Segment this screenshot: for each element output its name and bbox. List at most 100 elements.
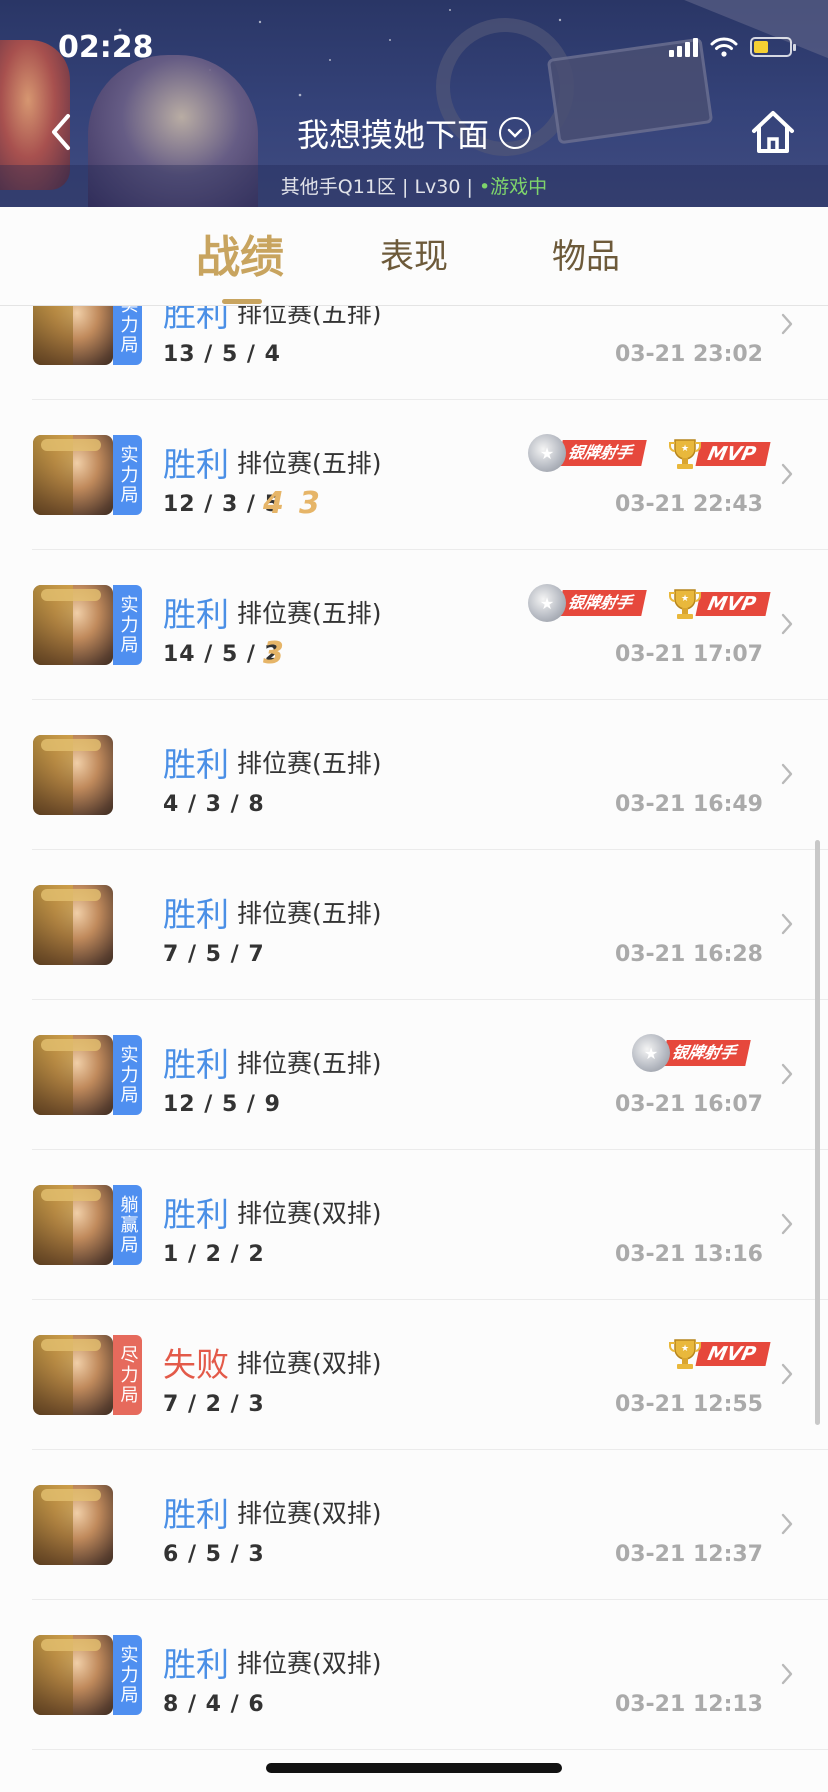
status-icons [669, 36, 796, 58]
hero-avatar [33, 1335, 113, 1415]
match-row[interactable]: 胜利 排位赛(五排) 4 / 3 / 8 03-21 16:49 [0, 700, 828, 850]
match-datetime: 03-21 16:28 [614, 942, 763, 967]
match-mode: 排位赛(双排) [237, 1349, 382, 1378]
match-row[interactable]: 尽力局 失败 排位赛(双排) 7 / 2 / 3 ★ MVP 03-21 12:55 [0, 1300, 828, 1450]
match-result: 胜利 [163, 1495, 229, 1534]
match-result: 失败 [163, 1345, 229, 1384]
silver-medal-icon: ★ [528, 584, 566, 622]
silver-medal-icon: ★ [632, 1034, 670, 1072]
match-tag: 尽力局 [113, 1335, 142, 1415]
match-mode: 排位赛(五排) [237, 599, 382, 628]
status-time: 02:28 [58, 30, 154, 65]
silver-shooter-badge: ★ 银牌射手 [528, 434, 647, 472]
match-kda: 13 / 5 / 4 [163, 342, 281, 367]
mvp-badge: ★ MVP [668, 434, 771, 474]
match-result: 胜利 [163, 1045, 229, 1084]
profile-subline: 其他手Q11区 | Lv30 | •游戏中 [280, 176, 548, 198]
chevron-right-icon [781, 763, 793, 785]
match-kda: 12 / 5 / 9 [163, 1092, 281, 1117]
hero-avatar [33, 885, 113, 965]
match-result: 胜利 [163, 445, 229, 484]
match-row[interactable]: 实力局 胜利 排位赛(双排) 8 / 4 / 6 03-21 12:13 [0, 1600, 828, 1750]
match-result: 胜利 [163, 745, 229, 784]
chevron-right-icon [781, 313, 793, 335]
home-indicator[interactable] [266, 1763, 562, 1773]
trophy-icon: ★ [669, 439, 701, 469]
match-datetime: 03-21 12:13 [614, 1692, 763, 1717]
match-datetime: 03-21 17:07 [614, 642, 763, 667]
nickname: 我想摸她下面 [296, 116, 489, 154]
silver-shooter-badge: ★ 银牌射手 [632, 1034, 751, 1072]
match-kda: 7 / 2 / 3 [163, 1392, 265, 1417]
battery-icon [750, 37, 796, 57]
match-mode: 排位赛(五排) [237, 449, 382, 478]
match-row[interactable]: 躺赢局 胜利 排位赛(双排) 1 / 2 / 2 03-21 13:16 [0, 1150, 828, 1300]
chevron-right-icon [781, 1063, 793, 1085]
match-row[interactable]: 胜利 排位赛(五排) 7 / 5 / 7 03-21 16:28 [0, 850, 828, 1000]
match-result: 胜利 [163, 1195, 229, 1234]
svg-text:★: ★ [681, 444, 689, 454]
wifi-icon [710, 37, 738, 57]
match-kda: 4 / 3 / 8 [163, 792, 265, 817]
hero-avatar [33, 435, 113, 515]
hero-avatar [33, 1485, 113, 1565]
multikill-badge: 3 [299, 486, 320, 521]
chevron-right-icon [781, 1363, 793, 1385]
match-datetime: 03-21 22:43 [614, 492, 763, 517]
online-status: 游戏中 [490, 176, 548, 198]
server-name: 其他手Q11区 [280, 176, 396, 198]
mvp-badge: ★ MVP [668, 1334, 771, 1374]
hero-avatar [33, 1035, 113, 1115]
hero-avatar [33, 306, 113, 365]
match-mode: 排位赛(五排) [237, 1049, 382, 1078]
match-list: 实力局 胜利 排位赛(五排) 13 / 5 / 4 03-21 23:02 实力局 胜利 排位… [0, 306, 828, 1792]
chevron-right-icon [781, 1513, 793, 1535]
match-mode: 排位赛(双排) [237, 1199, 382, 1228]
match-kda: 8 / 4 / 6 [163, 1692, 265, 1717]
hero-avatar [33, 735, 113, 815]
match-mode: 排位赛(双排) [237, 1649, 382, 1678]
match-result: 胜利 [163, 306, 229, 334]
match-row[interactable]: 实力局 胜利 排位赛(五排) 12 / 5 / 9 ★ 银牌射手 03-21 16:07 [0, 1000, 828, 1150]
multikill-badge: 4 [263, 486, 284, 521]
scrollbar[interactable] [815, 840, 820, 1425]
match-result: 胜利 [163, 595, 229, 634]
mvp-badge: ★ MVP [668, 584, 771, 624]
match-row[interactable]: 实力局 胜利 排位赛(五排) 14 / 5 / 2 3 ★ 银牌射手 ★ MVP 03-21 17… [0, 550, 828, 700]
match-mode: 排位赛(五排) [237, 306, 382, 328]
match-mode: 排位赛(五排) [237, 749, 382, 778]
hero-avatar [33, 1185, 113, 1265]
match-kda: 1 / 2 / 2 [163, 1242, 265, 1267]
chevron-right-icon [781, 913, 793, 935]
match-row[interactable]: 实力局 胜利 排位赛(五排) 13 / 5 / 4 03-21 23:02 [0, 306, 828, 400]
match-datetime: 03-21 13:16 [614, 1242, 763, 1267]
chevron-right-icon [781, 463, 793, 485]
svg-text:★: ★ [681, 1344, 689, 1354]
active-tab-indicator [222, 299, 262, 304]
match-row[interactable]: 实力局 胜利 排位赛(五排) 12 / 3 / 5 4 3 ★ 银牌射手 ★ MVP 03-21 2… [0, 400, 828, 550]
match-mode: 排位赛(五排) [237, 899, 382, 928]
nickname-selector[interactable]: 我想摸她下面 [0, 110, 828, 156]
svg-text:★: ★ [681, 594, 689, 604]
match-kda: 7 / 5 / 7 [163, 942, 265, 967]
trophy-icon: ★ [669, 589, 701, 619]
match-tag: 实力局 [113, 585, 142, 665]
match-tag: 躺赢局 [113, 1185, 142, 1265]
chevron-right-icon [781, 1213, 793, 1235]
hero-avatar [33, 1635, 113, 1715]
profile-header: 02:28 我想摸她下面 其他手Q11区 | Lv30 | •游戏中 [0, 0, 828, 207]
tab-record[interactable]: 战绩 [196, 221, 284, 285]
trophy-icon: ★ [669, 1339, 701, 1369]
match-result: 胜利 [163, 895, 229, 934]
match-datetime: 03-21 12:37 [614, 1542, 763, 1567]
match-result: 胜利 [163, 1645, 229, 1684]
match-datetime: 03-21 23:02 [614, 342, 763, 367]
match-kda: 6 / 5 / 3 [163, 1542, 265, 1567]
match-row[interactable]: 胜利 排位赛(双排) 6 / 5 / 3 03-21 12:37 [0, 1450, 828, 1600]
match-mode: 排位赛(双排) [237, 1499, 382, 1528]
chevron-down-icon [499, 117, 531, 149]
tab-items[interactable]: 物品 [552, 229, 620, 278]
match-datetime: 03-21 16:07 [614, 1092, 763, 1117]
home-icon[interactable] [748, 107, 798, 157]
tab-performance[interactable]: 表现 [380, 229, 448, 278]
